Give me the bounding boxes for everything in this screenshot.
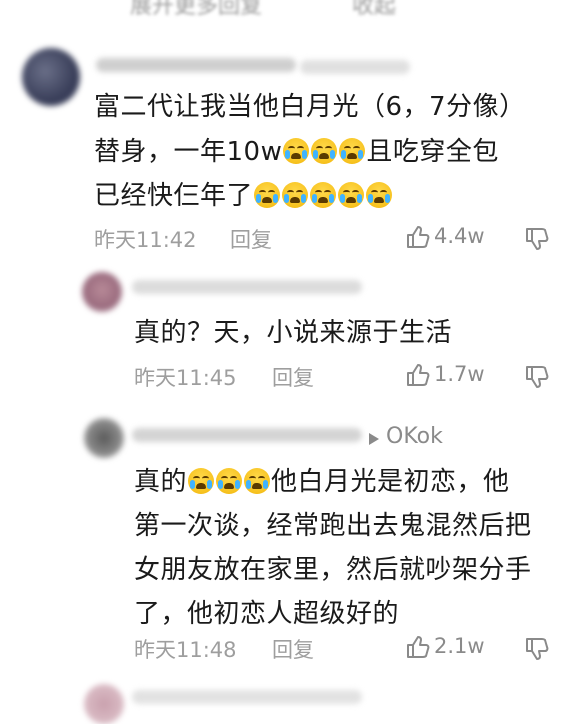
comment-text-line: 第一次谈，经常跑出去鬼混然后把 (134, 511, 532, 541)
crying-face-emoji (310, 182, 337, 208)
triangle-right-icon (369, 433, 379, 445)
comment-text-line: 真的？天，小说来源于生活 (134, 318, 453, 348)
avatar[interactable] (22, 48, 80, 106)
thumbs-down-icon[interactable] (524, 226, 550, 252)
like-count: 4.4w (434, 224, 485, 248)
crying-face-emoji (282, 182, 309, 208)
comment-timestamp: 昨天11:42 (94, 228, 197, 252)
thumbs-down-icon[interactable] (524, 636, 550, 662)
comment-timestamp: 昨天11:48 (134, 638, 237, 662)
comment-text-line: 富二代让我当他白月光（6，7分像） (94, 92, 526, 122)
collapse-link[interactable]: 收起 (352, 0, 396, 20)
thumbs-up-icon[interactable] (405, 634, 431, 660)
comment-text-line: 女朋友放在家里，然后就吵架分手 (134, 555, 532, 585)
weibo-watermark (546, 680, 566, 696)
reply-button[interactable]: 回复 (230, 224, 272, 254)
reply-button[interactable]: 回复 (272, 634, 314, 664)
like-count: 1.7w (434, 362, 485, 386)
crying-face-emoji (244, 468, 271, 494)
crying-face-emoji (339, 138, 366, 164)
avatar[interactable] (82, 272, 122, 312)
weibo-logo-icon (546, 681, 565, 696)
expand-replies-link[interactable]: 展开更多回复 (130, 0, 262, 20)
comment-text-line: 了，他初恋人超级好的 (134, 599, 400, 629)
username-blurred[interactable] (132, 280, 362, 294)
crying-face-emoji (311, 138, 338, 164)
reply-to-username[interactable]: OKok (386, 424, 443, 449)
username-blurred[interactable] (132, 428, 362, 442)
comment-text-line: 真的 他白月光是初恋，他 (134, 467, 510, 497)
thumbs-up-icon[interactable] (405, 224, 431, 250)
crying-face-emoji (216, 468, 243, 494)
thumbs-down-icon[interactable] (524, 364, 550, 390)
thumbs-up-icon[interactable] (405, 362, 431, 388)
avatar[interactable] (84, 418, 124, 458)
crying-face-emoji (366, 182, 393, 208)
crying-face-emoji (338, 182, 365, 208)
crying-face-emoji (254, 182, 281, 208)
crying-face-emoji (188, 468, 215, 494)
like-count: 2.1w (434, 634, 485, 658)
comment-text-line: 已经快仨年了 (94, 175, 393, 217)
comment-text-line: 替身，一年10w 且吃穿全包 (94, 137, 499, 167)
comment-timestamp: 昨天11:45 (134, 366, 237, 390)
username-blurred[interactable] (96, 58, 296, 72)
crying-face-emoji (283, 138, 310, 164)
username-tag-blurred (300, 60, 410, 74)
avatar[interactable] (84, 684, 124, 724)
reply-button[interactable]: 回复 (272, 362, 314, 392)
